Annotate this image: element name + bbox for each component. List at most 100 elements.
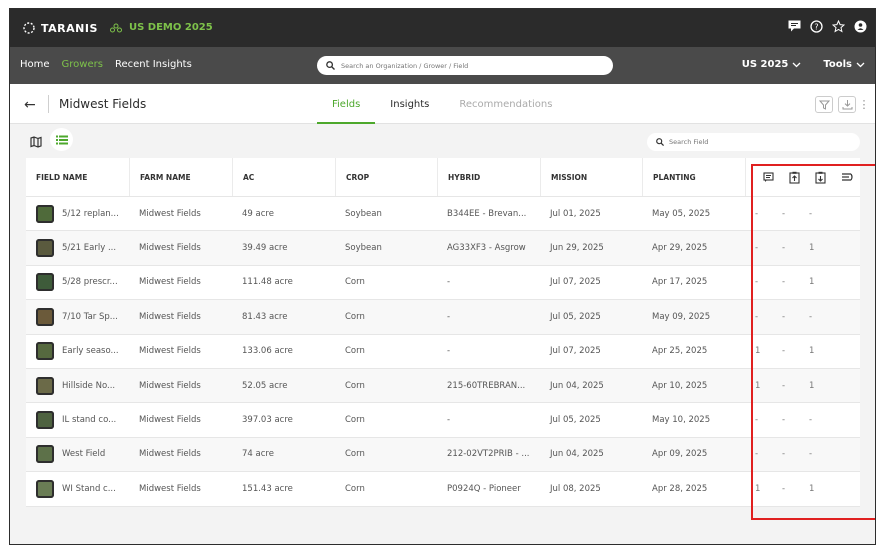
planting-cell-text: Apr 09, 2025 (652, 449, 708, 460)
season-dropdown[interactable]: US 2025 (742, 59, 802, 70)
planting-cell: Apr 29, 2025 (642, 231, 745, 264)
hybrid-cell-text: - (447, 277, 451, 288)
insight-count: 1 (755, 346, 761, 357)
tabs: Fields Insights Recommendations (317, 84, 567, 124)
crop-cell-text: Corn (345, 415, 365, 426)
global-search[interactable] (317, 56, 613, 75)
top-icons: ? (787, 19, 867, 33)
ac-cell-text: 49 acre (242, 208, 274, 219)
table-row[interactable]: WI Stand c... Midwest Fields 151.43 acre Co… (26, 472, 860, 507)
field-search[interactable] (647, 133, 860, 151)
field-thumbnail (36, 445, 54, 464)
ac-cell: 81.43 acre (232, 300, 335, 333)
mission-cell-text: Jun 04, 2025 (550, 380, 604, 391)
tab-fields[interactable]: Fields (317, 84, 376, 124)
insight-count: - (782, 311, 786, 322)
col-planting[interactable]: PLANTING (642, 158, 745, 196)
table-row[interactable]: 7/10 Tar Sp... Midwest Fields 81.43 acre Co… (26, 300, 860, 335)
logo-icon (23, 22, 35, 34)
tab-insights[interactable]: Insights (375, 84, 444, 124)
nav-home[interactable]: Home (20, 59, 50, 70)
table-row[interactable]: 5/12 replan... Midwest Fields 49 acre Soybe… (26, 197, 860, 232)
fields-table: FIELD NAME FARM NAME AC CROP HYBRID MISS… (26, 158, 860, 507)
global-search-input[interactable] (341, 61, 601, 70)
taranis-logo[interactable]: TARANIS (22, 21, 98, 35)
col-ac[interactable]: AC (232, 158, 335, 196)
farm-name-cell: Midwest Fields (129, 369, 232, 402)
field-thumbnail (36, 411, 54, 430)
tools-dropdown[interactable]: Tools (823, 59, 865, 70)
col-mission[interactable]: MISSION (540, 158, 642, 196)
insight-count: 1 (809, 380, 815, 391)
hybrid-cell: 212-02VT2PRIB - ... (437, 438, 540, 471)
svg-text:?: ? (814, 22, 818, 31)
crop-cell-text: Soybean (345, 243, 382, 254)
farm-name-cell-text: Midwest Fields (139, 483, 201, 494)
page-title: Midwest Fields (59, 97, 147, 111)
planting-cell: May 10, 2025 (642, 403, 745, 436)
mission-cell-text: Jul 05, 2025 (550, 415, 601, 426)
mission-cell: Jul 05, 2025 (540, 300, 642, 333)
field-name-cell: 7/10 Tar Sp... (26, 300, 129, 333)
crop-cell-text: Corn (345, 483, 365, 494)
chevron-down-icon (856, 62, 865, 67)
hybrid-cell-text: 215-60TREBRAN... (447, 380, 526, 391)
map-view-icon[interactable] (30, 133, 42, 152)
download-button[interactable] (838, 96, 856, 113)
field-name-cell: IL stand co... (26, 403, 129, 436)
table-row[interactable]: West Field Midwest Fields 74 acre Corn 212-0… (26, 437, 860, 473)
view-bar (10, 124, 875, 156)
field-name-cell-text: 5/28 prescr... (62, 277, 118, 288)
insight-counts: --- (745, 300, 860, 333)
insight-counts: --- (745, 197, 860, 230)
col-farm-name[interactable]: FARM NAME (129, 158, 232, 196)
col-field-name[interactable]: FIELD NAME (26, 158, 129, 196)
report-icon[interactable] (761, 171, 776, 183)
star-icon[interactable] (831, 19, 845, 33)
insight-count: - (755, 208, 759, 219)
user-icon[interactable] (853, 19, 867, 33)
field-name-cell-text: IL stand co... (62, 415, 117, 426)
mission-cell-text: Jun 04, 2025 (550, 449, 604, 460)
planting-cell-text: May 09, 2025 (652, 311, 711, 322)
col-crop[interactable]: CROP (335, 158, 437, 196)
clipboard-up-icon[interactable] (787, 171, 802, 184)
nav-growers[interactable]: Growers (62, 59, 103, 70)
farm-name-cell: Midwest Fields (129, 472, 232, 505)
insight-counts: - - 1 (745, 266, 860, 299)
mission-cell-text: Jul 05, 2025 (550, 311, 601, 322)
sort-icon[interactable] (839, 171, 854, 183)
chat-icon[interactable] (787, 19, 801, 33)
mission-cell: Jul 07, 2025 (540, 266, 642, 299)
table-row[interactable]: Hillside No... Midwest Fields 52.05 acre Co… (26, 368, 860, 404)
filter-button[interactable] (815, 96, 833, 113)
insight-count: - (782, 277, 786, 288)
ac-cell-text: 39.49 acre (242, 243, 288, 254)
insight-count: - (782, 415, 786, 426)
ac-cell-text: 397.03 acre (242, 415, 293, 426)
planting-cell-text: Apr 25, 2025 (652, 346, 708, 357)
list-view-button[interactable] (50, 128, 73, 151)
field-search-input[interactable] (669, 138, 849, 146)
table-row[interactable]: IL stand co... Midwest Fields 397.03 acre C… (26, 403, 860, 438)
col-hybrid[interactable]: HYBRID (437, 158, 540, 196)
field-name-cell: West Field (26, 438, 129, 471)
farm-name-cell-text: Midwest Fields (139, 449, 201, 460)
nav-recent-insights[interactable]: Recent Insights (115, 59, 192, 70)
table-row[interactable]: Early seaso... Midwest Fields 133.06 acre C… (26, 334, 860, 369)
back-arrow-icon[interactable]: ← (24, 97, 36, 113)
organization-selector[interactable]: US DEMO 2025 (110, 22, 213, 33)
crop-cell: Corn (335, 335, 437, 368)
more-options-icon[interactable]: ⋮ (859, 96, 870, 113)
field-name-cell-text: 5/21 Early ... (62, 243, 117, 254)
download-icon (842, 100, 852, 110)
nav-bar: Home Growers Recent Insights US 2025 Too… (10, 47, 875, 84)
ac-cell: 39.49 acre (232, 231, 335, 264)
insight-count: 1 (755, 483, 761, 494)
clipboard-down-icon[interactable] (813, 171, 828, 184)
ac-cell: 133.06 acre (232, 335, 335, 368)
table-row[interactable]: 5/21 Early ... Midwest Fields 39.49 acre So… (26, 231, 860, 266)
table-row[interactable]: 5/28 prescr... Midwest Fields 111.48 acre C… (26, 265, 860, 301)
help-icon[interactable]: ? (809, 19, 823, 33)
farm-name-cell: Midwest Fields (129, 300, 232, 333)
